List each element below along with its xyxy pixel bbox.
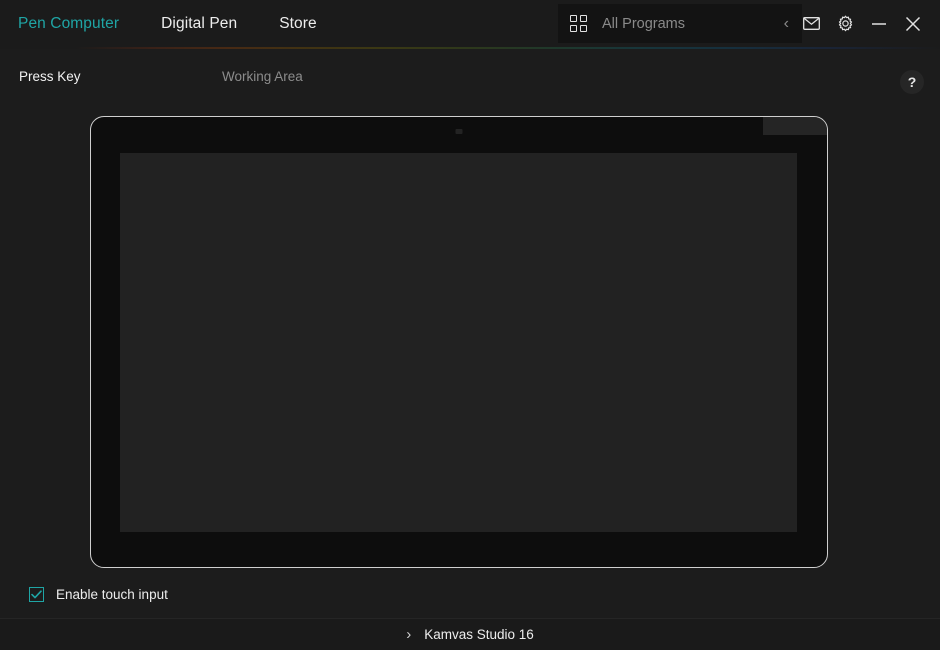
connected-device-name: Kamvas Studio 16 (424, 627, 534, 642)
mail-button[interactable] (796, 9, 826, 39)
grid-icon (570, 15, 588, 33)
app-header: Pen Computer Digital Pen Store All Progr… (0, 0, 940, 47)
tab-pen-computer[interactable]: Pen Computer (18, 15, 119, 33)
mail-icon (803, 17, 820, 30)
chevron-left-icon[interactable]: ‹ (784, 16, 791, 32)
question-mark-icon: ? (908, 75, 917, 89)
primary-nav: Pen Computer Digital Pen Store (0, 0, 359, 47)
minimize-button[interactable] (864, 9, 894, 39)
all-programs-selector[interactable]: All Programs ‹ (558, 4, 802, 43)
gear-icon (837, 15, 854, 32)
minimize-icon (871, 17, 887, 31)
subtab-working-area[interactable]: Working Area (222, 69, 303, 84)
help-button[interactable]: ? (900, 70, 924, 94)
device-corner-highlight (763, 116, 828, 135)
close-icon (905, 16, 921, 32)
enable-touch-input-row[interactable]: Enable touch input (29, 587, 168, 602)
secondary-nav: Press Key Working Area (0, 49, 940, 106)
main-content: Enable touch input (0, 106, 940, 612)
check-icon (31, 590, 42, 599)
device-screen-area[interactable] (120, 153, 797, 532)
settings-button[interactable] (830, 9, 860, 39)
chevron-right-icon[interactable]: › (406, 627, 411, 642)
enable-touch-input-label: Enable touch input (56, 587, 168, 602)
device-status-bar[interactable]: › Kamvas Studio 16 (0, 618, 940, 650)
device-preview[interactable] (90, 116, 828, 568)
subtab-press-key[interactable]: Press Key (19, 69, 81, 84)
enable-touch-input-checkbox[interactable] (29, 587, 44, 602)
all-programs-label: All Programs (602, 16, 784, 32)
camera-dot-icon (456, 129, 463, 134)
tab-digital-pen[interactable]: Digital Pen (161, 15, 237, 33)
tab-store[interactable]: Store (279, 15, 317, 33)
window-controls (796, 0, 928, 47)
close-button[interactable] (898, 9, 928, 39)
